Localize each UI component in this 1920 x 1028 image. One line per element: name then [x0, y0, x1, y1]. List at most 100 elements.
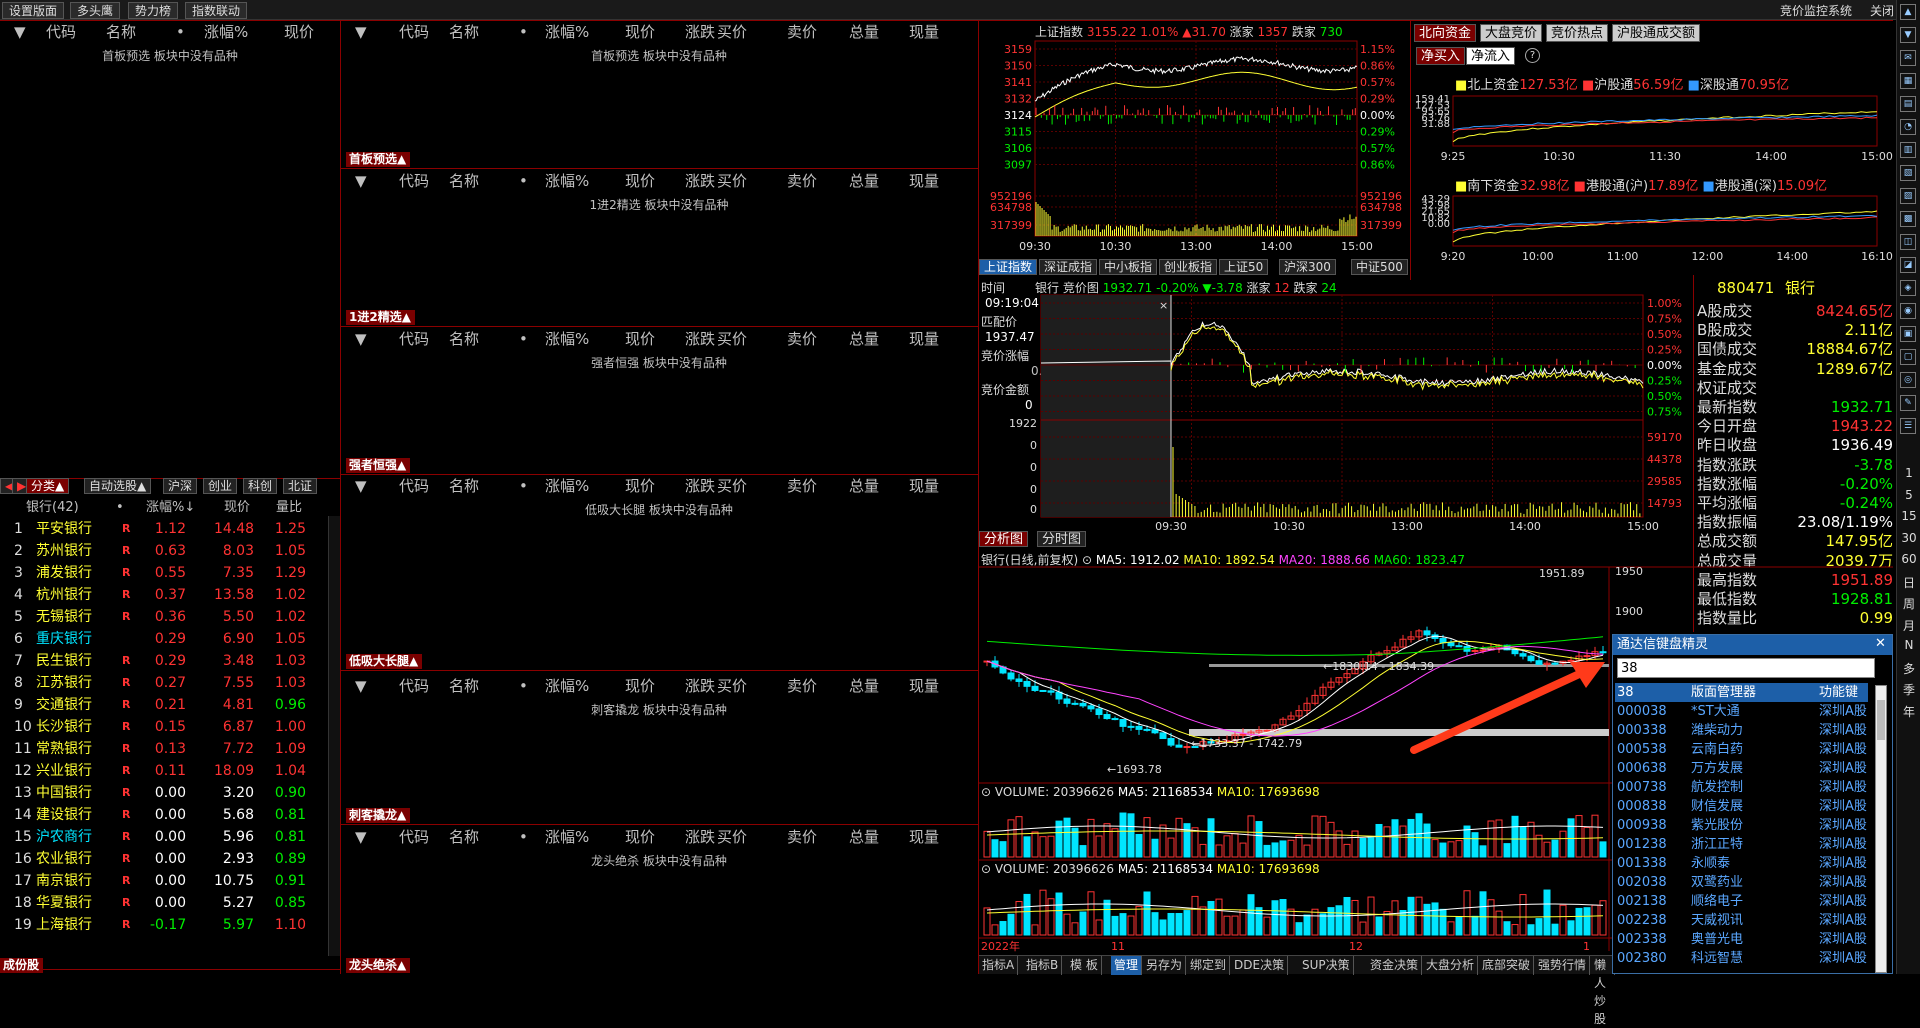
column-header[interactable]: 卖价 [787, 826, 817, 848]
bottom-tab[interactable]: 模 板 [1067, 956, 1102, 975]
panel-label[interactable]: 低吸大长腿▲ [346, 654, 423, 669]
column-header[interactable]: 总量 [849, 675, 879, 697]
column-header[interactable]: 代码 [399, 328, 429, 350]
column-header[interactable]: 代码 [399, 170, 429, 192]
toolbar-icon[interactable]: ◫ [1900, 234, 1916, 250]
column-header[interactable]: • [519, 328, 528, 350]
keyboard-elf-row[interactable]: 001338 永顺泰 深圳A股 [1615, 854, 1868, 873]
bottom-tab[interactable]: 指标B [1023, 956, 1063, 975]
bank-row[interactable]: 13 中国银行 R 0.00 3.20 0.90 [0, 782, 338, 804]
auction-chart[interactable]: 时间 09:19:04 匹配价 1937.47 竞价涨幅 0.05% 竞价金额 … [979, 277, 1693, 530]
column-header[interactable]: 涨跌 [685, 21, 715, 43]
bank-row[interactable]: 3 浦发银行 R 0.55 7.35 1.29 [0, 562, 338, 584]
column-header[interactable]: 名称 [449, 675, 479, 697]
panel-label[interactable]: 龙头绝杀▲ [346, 958, 411, 973]
bank-list-scrollbar[interactable] [328, 516, 340, 956]
column-header[interactable]: 涨跌 [685, 826, 715, 848]
toolbar-icon[interactable]: ✎ [1900, 395, 1916, 411]
period-button[interactable]: 1 [1900, 466, 1918, 480]
index-tab[interactable]: 中小板指 [1099, 259, 1158, 275]
keyboard-elf-row[interactable]: 000838 财信发展 深圳A股 [1615, 797, 1868, 816]
keyboard-elf-row[interactable]: 001238 浙江正特 深圳A股 [1615, 835, 1868, 854]
column-header[interactable]: • [519, 21, 528, 43]
column-header[interactable]: 买价 [717, 675, 747, 697]
column-header[interactable]: 现价 [625, 675, 655, 697]
period-button[interactable]: 60 [1900, 552, 1918, 566]
keyboard-elf-row[interactable]: 000938 紫光股份 深圳A股 [1615, 816, 1868, 835]
keyboard-elf-row[interactable]: 002338 奥普光电 深圳A股 [1615, 930, 1868, 949]
panel-label[interactable]: 强者恒强▲ [346, 458, 411, 473]
bottom-tab[interactable]: DDE决策 [1231, 956, 1289, 975]
column-header[interactable]: 买价 [717, 475, 747, 497]
column-header[interactable]: 现价 [625, 21, 655, 43]
index-tab[interactable]: 中证500 [1351, 259, 1408, 275]
column-header[interactable]: 总量 [849, 328, 879, 350]
toolbar-icon[interactable]: ▧ [1900, 165, 1916, 181]
period-button[interactable]: 季 [1900, 681, 1918, 698]
panel-label[interactable]: 首板预选▲ [346, 152, 411, 167]
column-header[interactable]: 名称 [449, 170, 479, 192]
column-header[interactable]: 总量 [849, 826, 879, 848]
bottom-tab[interactable]: 绑定到 [1187, 956, 1231, 975]
period-button[interactable]: 日 [1900, 574, 1918, 591]
column-header[interactable]: • [519, 475, 528, 497]
period-button[interactable]: N [1900, 638, 1918, 652]
tab-chuangye[interactable]: 创业 [203, 478, 238, 494]
tab-kechuang[interactable]: 科创 [243, 478, 278, 494]
keyboard-elf-row[interactable]: 000338 潍柴动力 深圳A股 [1615, 721, 1868, 740]
toolbar-icon[interactable]: ▥ [1900, 142, 1916, 158]
bank-row[interactable]: 1 平安银行 R 1.12 14.48 1.25 [0, 518, 338, 540]
keyboard-elf-row[interactable]: 000538 云南白药 深圳A股 [1615, 740, 1868, 759]
bank-row[interactable]: 19 上海银行 R -0.17 5.97 1.10 [0, 914, 338, 936]
bank-row[interactable]: 18 华夏银行 R 0.00 5.27 0.85 [0, 892, 338, 914]
bank-row[interactable]: 10 长沙银行 R 0.15 6.87 1.00 [0, 716, 338, 738]
keyboard-elf-row[interactable]: 000638 万方发展 深圳A股 [1615, 759, 1868, 778]
bank-row[interactable]: 9 交通银行 R 0.21 4.81 0.96 [0, 694, 338, 716]
period-button[interactable]: 周 [1900, 595, 1918, 612]
keyboard-elf-row[interactable]: 002238 天威视讯 深圳A股 [1615, 911, 1868, 930]
toolbar-icon[interactable]: ▼ [1900, 27, 1916, 43]
toolbar-icon[interactable]: ◈ [1900, 280, 1916, 296]
column-header[interactable]: 涨幅% [545, 675, 589, 697]
keyboard-elf-row[interactable]: 000738 航发控制 深圳A股 [1615, 778, 1868, 797]
toolbar-icon[interactable]: ▩ [1900, 211, 1916, 227]
bottom-tab[interactable]: 指标A [979, 956, 1019, 975]
keyboard-elf-row[interactable]: 002380 科远智慧 深圳A股 [1615, 949, 1868, 968]
bank-row[interactable]: 4 杭州银行 R 0.37 13.58 1.02 [0, 584, 338, 606]
column-header[interactable]: 涨幅% [545, 826, 589, 848]
toolbar-icon[interactable]: ▣ [1900, 326, 1916, 342]
keyboard-elf-row[interactable]: 002038 双鹭药业 深圳A股 [1615, 873, 1868, 892]
column-header[interactable]: 卖价 [787, 170, 817, 192]
bank-row[interactable]: 11 常熟银行 R 0.13 7.72 1.09 [0, 738, 338, 760]
column-header[interactable]: 现价 [625, 328, 655, 350]
toolbar-icon[interactable]: ▦ [1900, 73, 1916, 89]
constituents-label[interactable]: 成份股 [0, 958, 44, 973]
sort-arrow-icon[interactable]: ▼ [14, 21, 26, 43]
period-button[interactable]: 15 [1900, 509, 1918, 523]
column-header[interactable]: 总量 [849, 21, 879, 43]
auction-monitor-title[interactable]: 竞价监控系统 [1780, 2, 1852, 19]
index-tab[interactable]: 上证指数 [979, 259, 1038, 275]
column-header[interactable]: 代码 [399, 826, 429, 848]
column-header[interactable]: 卖价 [787, 675, 817, 697]
toolbar-icon[interactable]: ◔ [1900, 119, 1916, 135]
toolbar-icon[interactable]: ▲ [1900, 4, 1916, 20]
tab-layout-settings[interactable]: 设置版面 [2, 2, 65, 19]
toolbar-icon[interactable]: ☰ [1900, 418, 1916, 434]
tab-index-linkage[interactable]: 指数联动 [185, 2, 248, 19]
keyboard-elf-input[interactable] [1617, 658, 1875, 678]
tab-auto-select[interactable]: 自动选股▲ [84, 478, 152, 494]
column-header[interactable]: 卖价 [787, 328, 817, 350]
column-header[interactable]: 代码 [399, 21, 429, 43]
bank-row[interactable]: 5 无锡银行 R 0.36 5.50 1.02 [0, 606, 338, 628]
index-tab[interactable]: 沪深300 [1279, 259, 1336, 275]
bank-row[interactable]: 6 重庆银行 0.29 6.90 1.05 [0, 628, 338, 650]
bank-row[interactable]: 16 农业银行 R 0.00 2.93 0.89 [0, 848, 338, 870]
column-header[interactable]: 涨跌 [685, 675, 715, 697]
tab-category[interactable]: 分类▲ [26, 478, 70, 494]
toolbar-icon[interactable]: ◪ [1900, 257, 1916, 273]
column-header[interactable]: 买价 [717, 170, 747, 192]
toolbar-icon[interactable]: ▢ [1900, 349, 1916, 365]
bottom-tab[interactable]: 管理 [1111, 956, 1143, 975]
column-header[interactable]: • [519, 170, 528, 192]
